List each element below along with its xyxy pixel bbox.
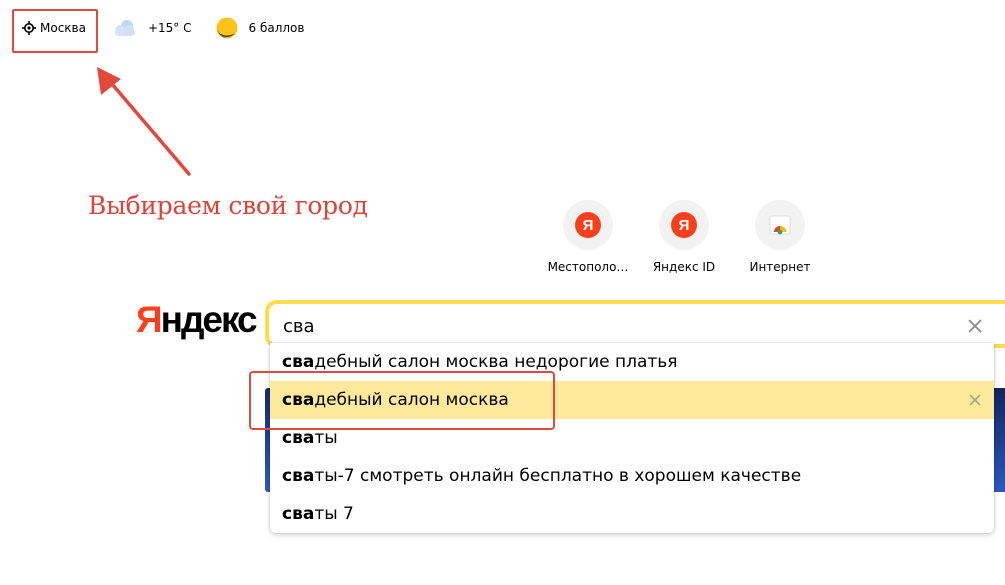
logo-letter: Я [136, 299, 163, 340]
header-bar: Москва +15° С 6 баллов [22, 17, 304, 39]
yandex-logo-icon: Я [575, 212, 601, 238]
suggest-item[interactable]: сваты-7 смотреть онлайн бесплатно в хоро… [270, 457, 994, 495]
tile-yandex-id[interactable]: Я Яндекс ID [636, 200, 732, 274]
suggest-item[interactable]: сваты [270, 419, 994, 457]
suggest-dropdown: свадебный салон москва недорогие платья … [270, 343, 994, 533]
clear-search-icon[interactable] [964, 315, 986, 337]
traffic-widget[interactable]: 6 баллов [216, 17, 305, 39]
tile-label: Интернет [749, 260, 811, 274]
tile-location[interactable]: Я Местополо… [540, 200, 636, 274]
search-box [265, 300, 1005, 348]
traffic-level-icon [216, 17, 237, 39]
suggest-rest: ты 7 [314, 504, 354, 524]
yandex-logo[interactable]: Яндекс [136, 299, 258, 341]
suggest-match: сва [282, 428, 315, 448]
remove-suggestion-icon[interactable] [966, 391, 984, 409]
tile-internet[interactable]: Интернет [732, 200, 828, 274]
cloudy-weather-icon [114, 20, 135, 36]
city-selector[interactable]: Москва [22, 21, 86, 35]
chrome-icon [769, 215, 791, 235]
logo-rest: ндекс [160, 299, 258, 340]
tile-icon-wrap: Я [659, 200, 709, 250]
quick-tiles: Я Местополо… Я Яндекс ID Интернет [540, 200, 828, 274]
suggest-match: сва [282, 352, 315, 372]
tile-label: Яндекс ID [652, 260, 716, 274]
suggest-match: сва [282, 390, 315, 410]
suggest-item[interactable]: свадебный салон москва недорогие платья [270, 343, 994, 381]
annotation-caption: Выбираем свой город [88, 191, 368, 220]
suggest-rest: ты-7 смотреть онлайн бесплатно в хорошем… [314, 466, 802, 486]
suggest-match: сва [282, 504, 315, 524]
search-input[interactable] [283, 313, 923, 339]
weather-widget[interactable]: +15° С [110, 18, 192, 38]
suggest-match: сва [282, 466, 315, 486]
tile-label: Местополо… [547, 260, 629, 274]
city-name: Москва [40, 21, 86, 35]
promo-banner-edge-right [993, 388, 1005, 492]
tile-icon-wrap [755, 200, 805, 250]
suggest-rest: дебный салон москва недорогие платья [314, 352, 678, 372]
suggest-rest: ты [314, 428, 338, 448]
yandex-logo-icon: Я [671, 212, 697, 238]
suggest-rest: дебный салон москва [314, 390, 509, 410]
suggest-item[interactable]: сваты 7 [270, 495, 994, 533]
suggest-item-active[interactable]: свадебный салон москва [270, 381, 994, 419]
tile-icon-wrap: Я [563, 200, 613, 250]
weather-temperature: +15° С [147, 21, 192, 35]
traffic-score: 6 баллов [248, 21, 305, 35]
location-pin-icon [22, 21, 36, 35]
